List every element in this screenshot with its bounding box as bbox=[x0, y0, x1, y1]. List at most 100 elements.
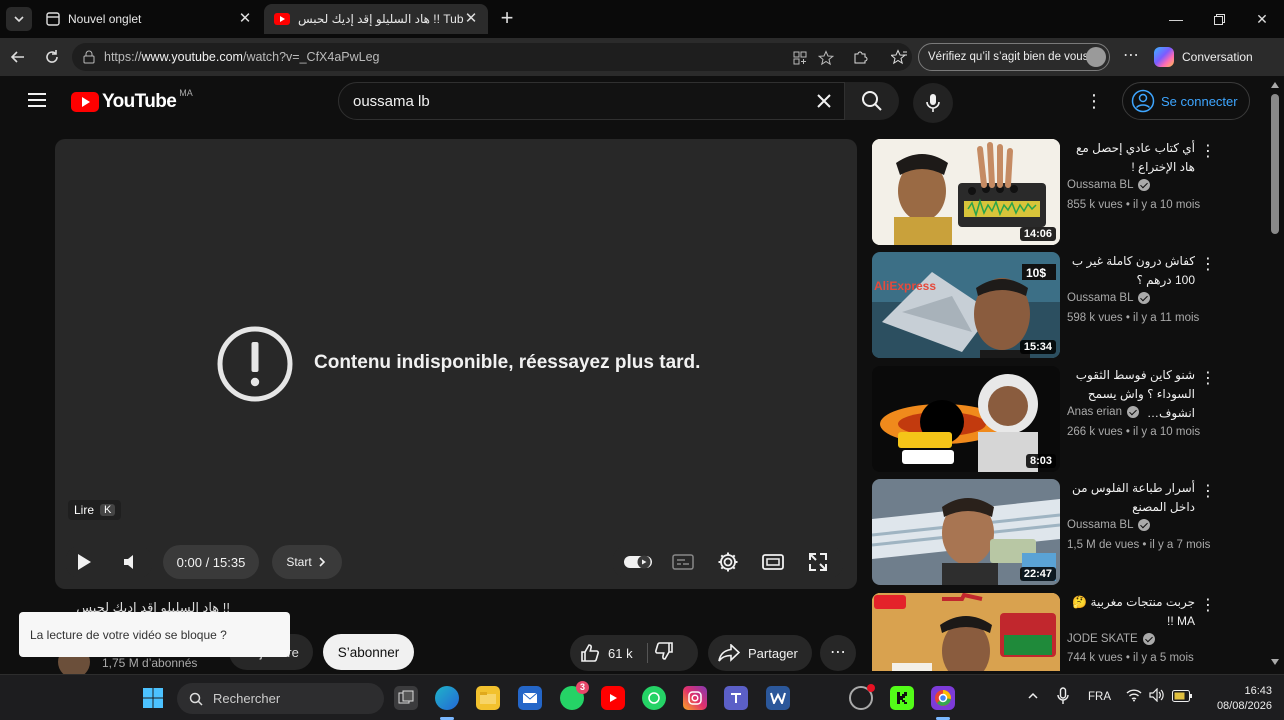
address-bar[interactable]: https://www.youtube.com/watch?v=_CfX4aPw… bbox=[72, 43, 912, 71]
word-icon[interactable] bbox=[766, 686, 790, 710]
more-vert-icon[interactable]: ⋮ bbox=[1084, 91, 1104, 111]
video-title[interactable]: جربت منتجات مغربية 🤔 MA !! bbox=[1067, 593, 1195, 631]
input-language[interactable]: FRA bbox=[1088, 691, 1111, 703]
search-input[interactable]: oussama lb bbox=[338, 82, 845, 120]
close-window-button[interactable]: ✕ bbox=[1249, 6, 1275, 32]
subscribe-button[interactable]: S’abonner bbox=[323, 634, 414, 670]
scrollbar-thumb[interactable] bbox=[1271, 94, 1279, 234]
play-tooltip: Lire K bbox=[68, 500, 122, 520]
search-button[interactable] bbox=[845, 82, 899, 120]
channel-name[interactable]: Oussama BL bbox=[1067, 519, 1151, 531]
favorites-icon[interactable] bbox=[891, 49, 907, 65]
tab-list-button[interactable] bbox=[6, 7, 32, 31]
settings-button[interactable] bbox=[716, 550, 740, 574]
verified-badge-icon bbox=[1138, 179, 1151, 191]
channel-name[interactable]: Oussama BL bbox=[1067, 292, 1151, 304]
task-view-icon[interactable] bbox=[394, 686, 418, 710]
maximize-button[interactable] bbox=[1206, 6, 1232, 32]
speaker-icon[interactable] bbox=[1149, 688, 1165, 702]
tab-close-icon[interactable]: ✕ bbox=[464, 11, 478, 26]
windows-start-icon[interactable] bbox=[141, 686, 165, 710]
battery-icon[interactable] bbox=[1172, 690, 1192, 702]
file-explorer-icon[interactable] bbox=[476, 686, 500, 710]
youtube-logo[interactable]: YouTube MA bbox=[71, 88, 193, 113]
browser-menu-button[interactable]: ⋯ bbox=[1122, 48, 1140, 66]
fullscreen-button[interactable] bbox=[806, 550, 830, 574]
like-button[interactable]: 61 k bbox=[570, 635, 646, 671]
recommendation-item[interactable]: 8:03 شنو كاين فوسط الثقوب السوداء ؟ واش … bbox=[872, 366, 1252, 472]
more-vert-icon[interactable]: ⋮ bbox=[1200, 370, 1216, 388]
dislike-button[interactable] bbox=[654, 641, 680, 665]
microphone-icon[interactable] bbox=[1057, 687, 1069, 705]
tab-youtube[interactable]: هاد السليلو إقد إديك لحبس !! Tube ✕ bbox=[264, 4, 488, 34]
recommendation-item[interactable]: 10$ AliExpress 15:34 كفاش درون كاملة غير… bbox=[872, 252, 1252, 358]
page-scrollbar[interactable] bbox=[1266, 76, 1284, 670]
new-tab-button[interactable]: + bbox=[496, 7, 518, 30]
hamburger-icon[interactable] bbox=[28, 93, 46, 107]
more-actions-button[interactable]: ⋯ bbox=[820, 635, 856, 671]
video-meta: 855 k vues • il y a 10 mois bbox=[1067, 199, 1201, 211]
url-host: www.youtube.com bbox=[141, 50, 243, 64]
voice-search-button[interactable] bbox=[913, 83, 953, 123]
whatsapp-icon[interactable] bbox=[642, 686, 666, 710]
wifi-icon[interactable] bbox=[1126, 688, 1142, 702]
system-clock[interactable]: 16:43 08/08/2026 bbox=[1200, 684, 1272, 714]
video-meta: 598 k vues • il y a 11 mois bbox=[1067, 312, 1200, 324]
subtitles-button[interactable] bbox=[671, 550, 695, 574]
volume-button[interactable] bbox=[119, 550, 143, 574]
share-icon bbox=[718, 644, 740, 662]
app-available-icon[interactable] bbox=[792, 50, 808, 66]
tab-new-tab[interactable]: Nouvel onglet ✕ bbox=[36, 4, 262, 34]
divider bbox=[647, 643, 648, 663]
tab-close-icon[interactable]: ✕ bbox=[238, 11, 252, 26]
whatsapp-business-icon[interactable]: 3 bbox=[560, 681, 589, 710]
channel-name[interactable]: Anas erian bbox=[1067, 406, 1139, 418]
snipping-tool-icon[interactable] bbox=[849, 684, 875, 710]
share-button[interactable]: Partager bbox=[708, 635, 812, 671]
channel-name[interactable]: JODE SKATE bbox=[1067, 633, 1155, 645]
taskbar-search[interactable]: Rechercher bbox=[177, 683, 384, 714]
recommendation-item[interactable]: 22:47 أسرار طباعة الفلوس من داخل المصنع … bbox=[872, 479, 1252, 585]
video-thumbnail[interactable]: 10$ AliExpress 15:34 bbox=[872, 252, 1060, 358]
chrome-icon[interactable] bbox=[931, 686, 955, 710]
edge-icon[interactable] bbox=[435, 686, 459, 710]
video-title[interactable]: أي كتاب عادي إحصل مع هاد الإختراع ! bbox=[1067, 139, 1195, 177]
channel-name[interactable]: Oussama BL bbox=[1067, 179, 1151, 191]
video-thumbnail[interactable]: 22:47 bbox=[872, 479, 1060, 585]
playback-issue-toast[interactable]: La lecture de votre vidéo se bloque ? bbox=[19, 612, 290, 657]
extensions-icon[interactable] bbox=[852, 49, 868, 65]
instagram-icon[interactable] bbox=[683, 686, 707, 710]
recommendation-item[interactable]: 14:06 أي كتاب عادي إحصل مع هاد الإختراع … bbox=[872, 139, 1252, 245]
more-vert-icon[interactable]: ⋮ bbox=[1200, 597, 1216, 615]
outlook-icon[interactable] bbox=[518, 686, 542, 710]
theater-mode-button[interactable] bbox=[761, 550, 785, 574]
youtube-header: YouTube MA oussama lb ⋮ Se connecter bbox=[0, 76, 1266, 128]
youtube-app-icon[interactable] bbox=[601, 686, 625, 710]
chapter-button[interactable]: Start bbox=[272, 545, 342, 579]
play-button[interactable] bbox=[72, 550, 96, 574]
favorite-star-icon[interactable] bbox=[818, 50, 834, 66]
kick-icon[interactable] bbox=[890, 686, 914, 710]
more-vert-icon[interactable]: ⋮ bbox=[1200, 256, 1216, 274]
back-button[interactable] bbox=[6, 45, 30, 69]
video-thumbnail[interactable]: 8:03 bbox=[872, 366, 1060, 472]
autoplay-toggle[interactable] bbox=[622, 550, 654, 574]
verified-badge-icon bbox=[1126, 406, 1139, 418]
teams-icon[interactable] bbox=[724, 686, 748, 710]
video-thumbnail[interactable]: 14:06 bbox=[872, 139, 1060, 245]
scroll-up-icon[interactable] bbox=[1271, 82, 1279, 88]
scroll-down-icon[interactable] bbox=[1271, 659, 1279, 665]
copilot-button[interactable]: Conversation bbox=[1154, 46, 1253, 68]
more-vert-icon[interactable]: ⋮ bbox=[1200, 483, 1216, 501]
video-thumbnail[interactable] bbox=[872, 593, 1060, 671]
clear-search-icon[interactable] bbox=[814, 91, 834, 111]
video-title[interactable]: أسرار طباعة الفلوس من داخل المصنع bbox=[1067, 479, 1195, 517]
sign-in-button[interactable]: Se connecter bbox=[1122, 82, 1250, 120]
recommendation-item[interactable]: جربت منتجات مغربية 🤔 MA !! JODE SKATE 74… bbox=[872, 593, 1252, 671]
more-vert-icon[interactable]: ⋮ bbox=[1200, 143, 1216, 161]
minimize-button[interactable]: — bbox=[1163, 6, 1189, 32]
video-title[interactable]: كفاش درون كاملة غير ب 100 درهم ؟ bbox=[1067, 252, 1195, 290]
show-hidden-icons[interactable] bbox=[1026, 689, 1040, 703]
identity-verify-button[interactable]: Vérifiez qu’il s’agit bien de vous bbox=[918, 43, 1110, 71]
reload-button[interactable] bbox=[40, 45, 64, 69]
